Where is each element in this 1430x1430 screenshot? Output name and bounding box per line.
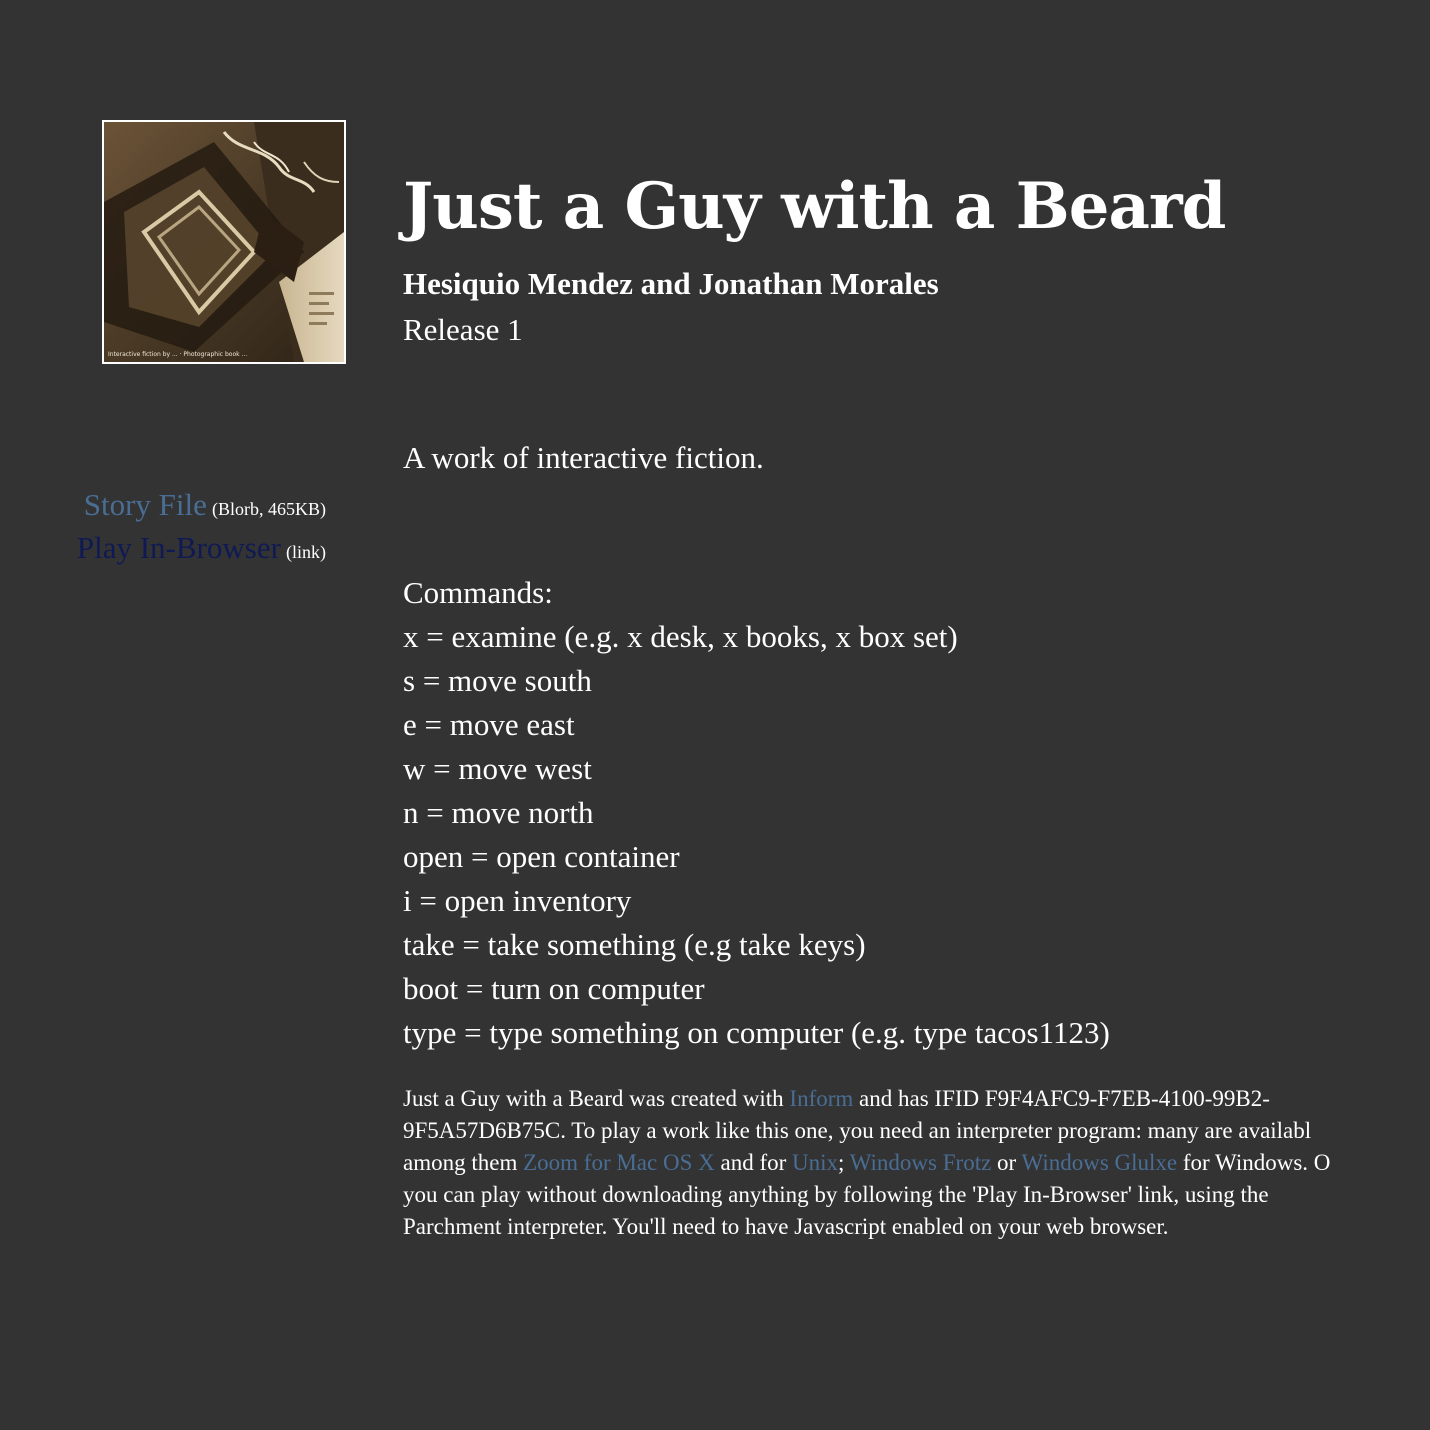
- release: Release 1: [403, 312, 523, 347]
- fine-text: among them: [403, 1150, 524, 1175]
- command-item: x = examine (e.g. x desk, x books, x box…: [403, 619, 958, 654]
- play-browser-row: Play In-Browser (link): [77, 529, 326, 572]
- cover-caption: Interactive fiction by ... · Photographi…: [108, 351, 247, 358]
- play-in-browser-meta: (link): [286, 542, 326, 562]
- fine-text: ;: [838, 1150, 850, 1175]
- story-file-row: Story File (Blorb, 465KB): [77, 486, 326, 529]
- fine-text: Just a Guy with a Beard was created with: [403, 1086, 790, 1111]
- command-item: e = move east: [403, 707, 575, 742]
- fine-text: and for: [714, 1150, 793, 1175]
- windows-frotz-link[interactable]: Windows Frotz: [850, 1150, 992, 1175]
- story-file-link[interactable]: Story File: [84, 487, 207, 522]
- fine-text: and has IFID F9F4AFC9-F7EB-4100-99B2-: [853, 1086, 1270, 1111]
- play-in-browser-link[interactable]: Play In-Browser: [77, 530, 281, 565]
- command-item: type = type something on computer (e.g. …: [403, 1015, 1110, 1050]
- command-item: take = take something (e.g take keys): [403, 927, 866, 962]
- command-item: open = open container: [403, 839, 680, 874]
- fine-line-5: Parchment interpreter. You'll need to ha…: [403, 1214, 1169, 1239]
- fine-line-1: Just a Guy with a Beard was created with…: [403, 1083, 1430, 1115]
- unix-link[interactable]: Unix: [792, 1150, 838, 1175]
- fine-line-3: among them Zoom for Mac OS X and for Uni…: [403, 1147, 1430, 1179]
- command-item: n = move north: [403, 795, 594, 830]
- fine-text: or: [991, 1150, 1022, 1175]
- zoom-mac-link[interactable]: Zoom for Mac OS X: [523, 1150, 715, 1175]
- windows-glulxe-link[interactable]: Windows Glulxe: [1022, 1150, 1178, 1175]
- commands-heading: Commands:: [403, 575, 553, 610]
- author: Hesiquio Mendez and Jonathan Morales: [403, 266, 939, 301]
- command-item: boot = turn on computer: [403, 971, 705, 1006]
- command-item: i = open inventory: [403, 883, 632, 918]
- cover-art: Interactive fiction by ... · Photographi…: [102, 120, 346, 364]
- download-links: Story File (Blorb, 465KB) Play In-Browse…: [77, 486, 326, 572]
- command-item: s = move south: [403, 663, 592, 698]
- fine-line-4: you can play without downloading anythin…: [403, 1182, 1269, 1207]
- blurb: A work of interactive fiction.: [403, 440, 764, 475]
- inform-link[interactable]: Inform: [789, 1086, 853, 1111]
- commands-list: Commands: x = examine (e.g. x desk, x bo…: [403, 571, 1430, 1055]
- fine-text: for Windows. O: [1177, 1150, 1331, 1175]
- main-content: Just a Guy with a Beard Hesiquio Mendez …: [403, 165, 1430, 1243]
- cover-image: Interactive fiction by ... · Photographi…: [104, 122, 344, 362]
- page-title: Just a Guy with a Beard: [403, 169, 1226, 244]
- story-file-meta: (Blorb, 465KB): [212, 499, 326, 519]
- interpreter-info: Just a Guy with a Beard was created with…: [403, 1083, 1430, 1243]
- command-item: w = move west: [403, 751, 592, 786]
- fine-line-2: 9F5A57D6B75C. To play a work like this o…: [403, 1118, 1312, 1143]
